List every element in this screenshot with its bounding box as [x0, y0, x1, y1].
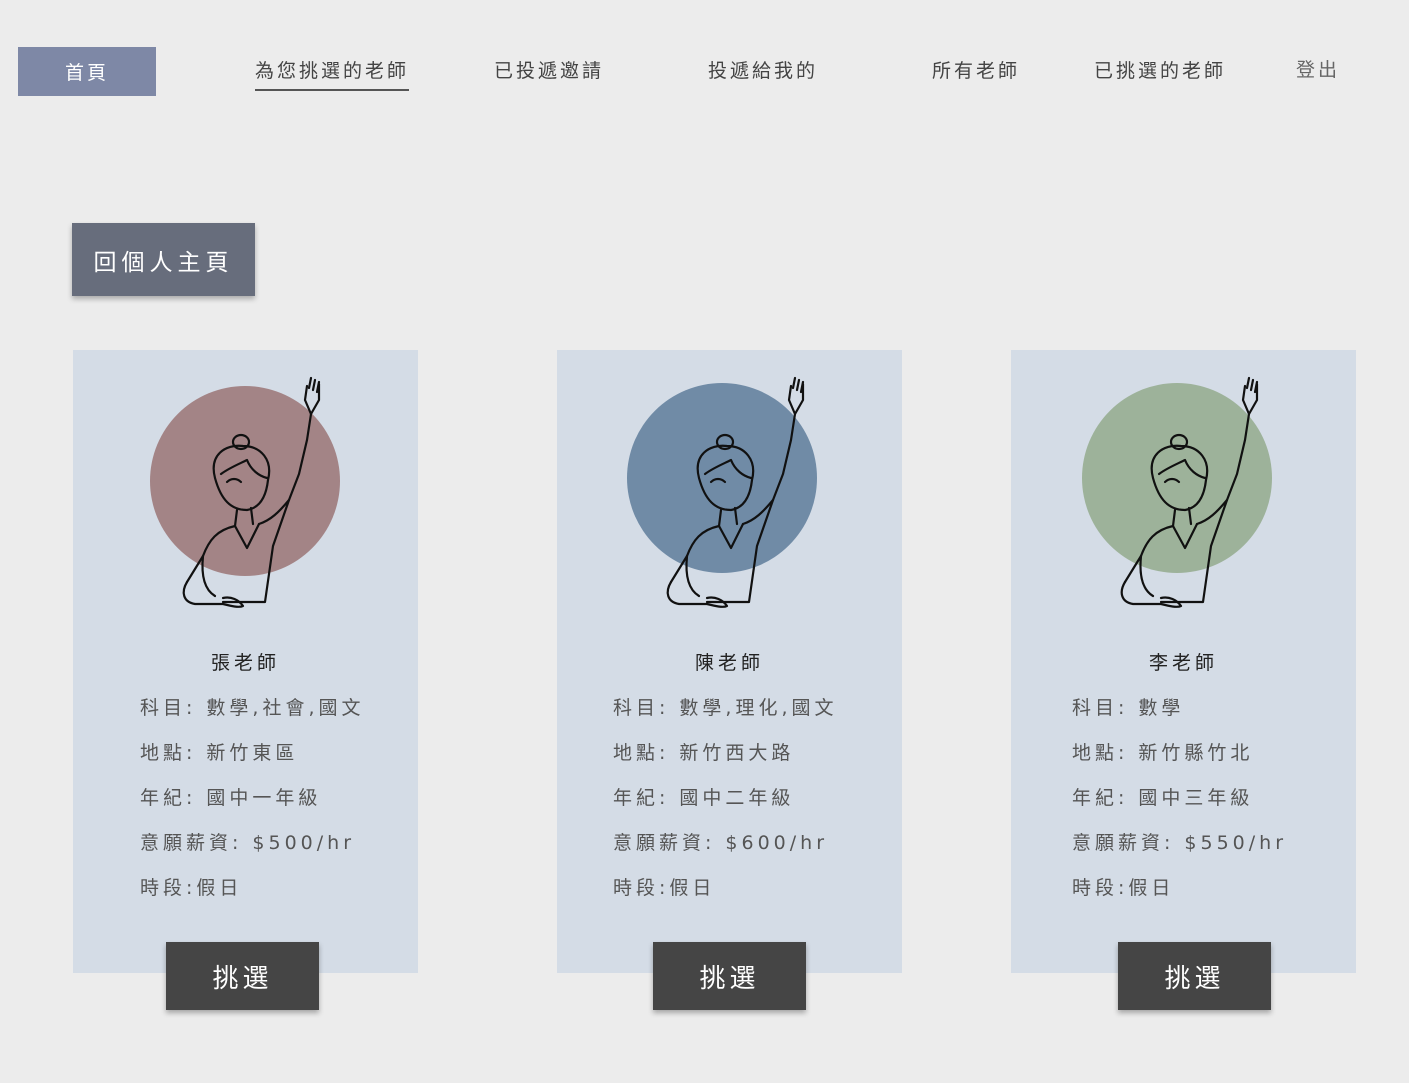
teacher-name: 陳老師 — [694, 652, 764, 674]
nav-tab-received-invitations[interactable]: 投遞給我的 — [708, 56, 818, 83]
teacher-salary: 意願薪資: $550/hr — [1072, 832, 1288, 854]
teacher-location: 地點: 新竹縣竹北 — [1072, 742, 1254, 764]
teacher-subject: 科目: 數學,理化,國文 — [613, 697, 838, 719]
pick-teacher-button[interactable]: 挑選 — [166, 942, 319, 1010]
raised-hand-person-icon — [1082, 376, 1272, 608]
back-to-profile-button[interactable]: 回個人主頁 — [72, 223, 255, 296]
nav-logout-link[interactable]: 登出 — [1296, 55, 1340, 82]
teacher-period: 時段:假日 — [1072, 877, 1175, 899]
teacher-card: 陳老師 科目: 數學,理化,國文 地點: 新竹西大路 年紀: 國中二年級 意願薪資: $… — [557, 350, 902, 973]
raised-hand-person-icon — [627, 376, 817, 608]
pick-teacher-button[interactable]: 挑選 — [1118, 942, 1271, 1010]
teacher-salary: 意願薪資: $600/hr — [613, 832, 829, 854]
teacher-period: 時段:假日 — [140, 877, 243, 899]
teacher-card: 李老師 科目: 數學 地點: 新竹縣竹北 年紀: 國中三年級 意願薪資: $550/hr… — [1011, 350, 1356, 973]
teacher-period: 時段:假日 — [613, 877, 716, 899]
teacher-grade: 年紀: 國中二年級 — [613, 787, 795, 809]
teacher-subject: 科目: 數學 — [1072, 697, 1185, 719]
teacher-card: 張老師 科目: 數學,社會,國文 地點: 新竹東區 年紀: 國中一年級 意願薪資: $5… — [73, 350, 418, 973]
teacher-location: 地點: 新竹西大路 — [613, 742, 795, 764]
teacher-grade: 年紀: 國中一年級 — [140, 787, 322, 809]
nav-tab-sent-invitations[interactable]: 已投遞邀請 — [494, 56, 604, 83]
nav-tab-recommended-teachers[interactable]: 為您挑選的老師 — [255, 56, 410, 91]
teacher-name: 張老師 — [210, 652, 280, 674]
teacher-name: 李老師 — [1148, 652, 1218, 674]
teacher-salary: 意願薪資: $500/hr — [140, 832, 356, 854]
pick-teacher-button[interactable]: 挑選 — [653, 942, 806, 1010]
nav-tab-selected-teachers[interactable]: 已挑選的老師 — [1094, 56, 1226, 83]
teacher-location: 地點: 新竹東區 — [140, 742, 299, 764]
teacher-subject: 科目: 數學,社會,國文 — [140, 697, 365, 719]
nav-home-button[interactable]: 首頁 — [18, 47, 156, 96]
teacher-grade: 年紀: 國中三年級 — [1072, 787, 1254, 809]
raised-hand-person-icon — [150, 376, 340, 608]
nav-tab-all-teachers[interactable]: 所有老師 — [932, 56, 1020, 83]
